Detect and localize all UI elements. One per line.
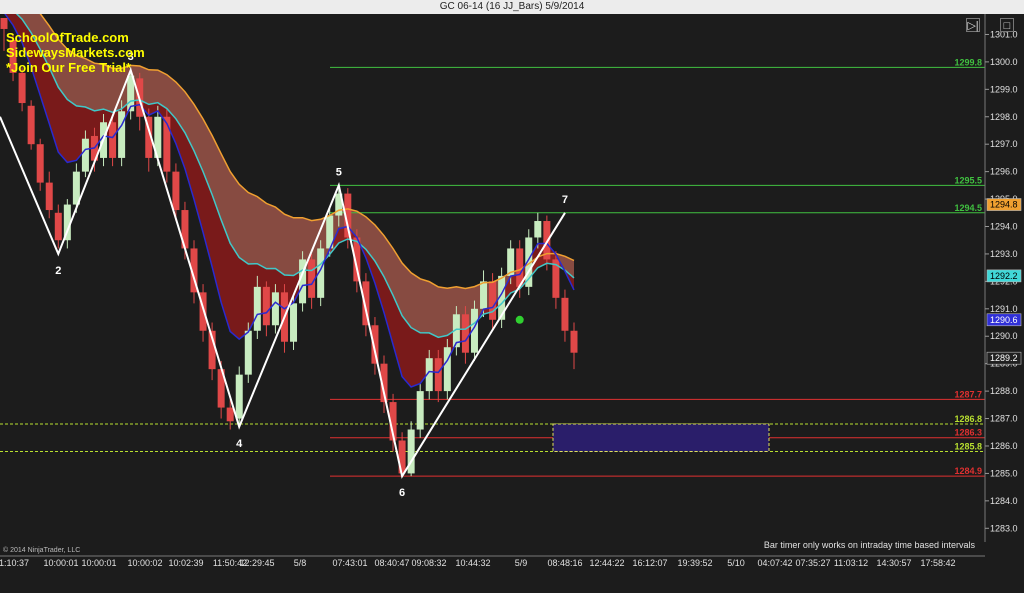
level-label: 1284.9 [954, 466, 982, 476]
y-tick-label: 1286.0 [990, 441, 1018, 451]
y-tick-label: 1298.0 [990, 112, 1018, 122]
level-label: 1294.5 [954, 203, 982, 213]
copyright-text: © 2014 NinjaTrader, LLC [3, 546, 80, 554]
level-label: 1285.8 [954, 441, 982, 451]
play-toggle-icon[interactable]: ▷| [966, 18, 980, 32]
y-tick-label: 1294.0 [990, 222, 1018, 232]
level-label: 1287.7 [954, 389, 982, 399]
x-tick-label: 08:48:16 [547, 558, 582, 568]
y-tick-label: 1293.0 [990, 249, 1018, 259]
y-tick-label: 1284.0 [990, 496, 1018, 506]
y-tick-label: 1283.0 [990, 523, 1018, 533]
candle-body [118, 111, 126, 158]
candle-body [271, 292, 279, 326]
x-tick-label: 09:08:32 [411, 558, 446, 568]
promo-text: SchoolOfTrade.com SidewaysMarkets.com *J… [6, 30, 145, 75]
candle-body [81, 138, 89, 172]
candle-body [308, 259, 316, 298]
expand-icon[interactable]: □ [1000, 18, 1014, 32]
y-axis: 1301.01300.01299.01298.01297.01296.01295… [984, 14, 1024, 588]
candle-body [561, 297, 569, 331]
y-tick-label: 1285.0 [990, 468, 1018, 478]
price-marker-label: 1294.8 [990, 200, 1018, 210]
candle-body [570, 330, 578, 353]
target-zone [552, 423, 770, 452]
swing-label: 7 [562, 194, 568, 206]
candle-body [54, 212, 62, 241]
x-tick-label: 07:43:01 [332, 558, 367, 568]
price-marker-label: 1289.2 [990, 353, 1018, 363]
candle-body [226, 407, 234, 422]
y-tick-label: 1299.0 [990, 84, 1018, 94]
x-tick-label: 10:00:01 [81, 558, 116, 568]
x-tick-label: 07:35:27 [795, 558, 830, 568]
candle-body [235, 374, 243, 419]
x-tick-label: 19:39:52 [677, 558, 712, 568]
y-tick-label: 1290.0 [990, 331, 1018, 341]
price-chart[interactable]: 1299.8 1295.5 1294.5 1287.7 1286.8 1286.3 1285… [0, 0, 1024, 588]
x-tick-label: 14:30:57 [876, 558, 911, 568]
y-tick-label: 1287.0 [990, 414, 1018, 424]
level-label: 1299.8 [954, 57, 982, 67]
y-tick-label: 1288.0 [990, 386, 1018, 396]
x-tick-label: 11:03:12 [834, 558, 868, 568]
promo-line-1: SchoolOfTrade.com [6, 30, 129, 45]
x-tick-label: 1:10:37 [0, 558, 29, 568]
signal-dot [515, 315, 524, 324]
candle-body [416, 391, 424, 430]
x-tick-label: 10:00:02 [127, 558, 162, 568]
x-tick-label: 16:12:07 [632, 558, 667, 568]
x-tick-label: 04:07:42 [757, 558, 792, 568]
window-title: GC 06-14 (16 JJ_Bars) 5/9/2014 [0, 0, 1024, 14]
candle-body [27, 105, 35, 145]
candle-body [0, 18, 8, 29]
x-tick-label: 5/8 [294, 558, 307, 568]
candle-body [172, 171, 180, 211]
x-tick-label: 5/9 [515, 558, 528, 568]
x-tick-label: 10:00:01 [43, 558, 78, 568]
candle-body [489, 281, 497, 320]
x-tick-label: 12:29:45 [239, 558, 274, 568]
x-tick-label: 5/10 [727, 558, 745, 568]
promo-line-2: SidewaysMarkets.com [6, 45, 145, 60]
chart: 1299.8 1295.5 1294.5 1287.7 1286.8 1286.3 1285… [0, 0, 1024, 588]
swing-label: 4 [236, 438, 243, 450]
x-tick-label: 17:58:42 [920, 558, 955, 568]
candle-body [18, 72, 26, 104]
candle-body [534, 221, 542, 238]
y-tick-label: 1300.0 [990, 57, 1018, 67]
price-marker-label: 1290.6 [990, 315, 1018, 325]
candle-body [109, 122, 117, 158]
level-label: 1295.5 [954, 175, 982, 185]
bar-timer-status: Bar timer only works on intraday time ba… [764, 540, 976, 550]
y-tick-label: 1291.0 [990, 304, 1018, 314]
candle-body [434, 358, 442, 392]
candle-body [36, 144, 44, 183]
swing-label: 6 [399, 487, 405, 499]
swing-label: 2 [55, 265, 61, 277]
candle-body [244, 330, 252, 375]
candle-body [253, 286, 261, 331]
candle-body [262, 286, 270, 326]
candle-body [290, 303, 298, 342]
candle-body [45, 182, 53, 211]
x-tick-label: 10:02:39 [168, 558, 203, 568]
level-label: 1286.3 [954, 428, 982, 438]
level-label: 1286.8 [954, 414, 982, 424]
candle-body [480, 281, 488, 309]
x-tick-label: 08:40:47 [374, 558, 409, 568]
swing-label: 5 [336, 166, 342, 178]
price-marker-label: 1292.2 [990, 271, 1018, 281]
candle-body [461, 314, 469, 353]
x-tick-label: 12:44:22 [589, 558, 624, 568]
promo-line-3: *Join Our Free Trial* [6, 60, 131, 75]
y-tick-label: 1297.0 [990, 139, 1018, 149]
candle-body [443, 347, 451, 392]
x-tick-label: 10:44:32 [455, 558, 490, 568]
y-tick-label: 1296.0 [990, 167, 1018, 177]
